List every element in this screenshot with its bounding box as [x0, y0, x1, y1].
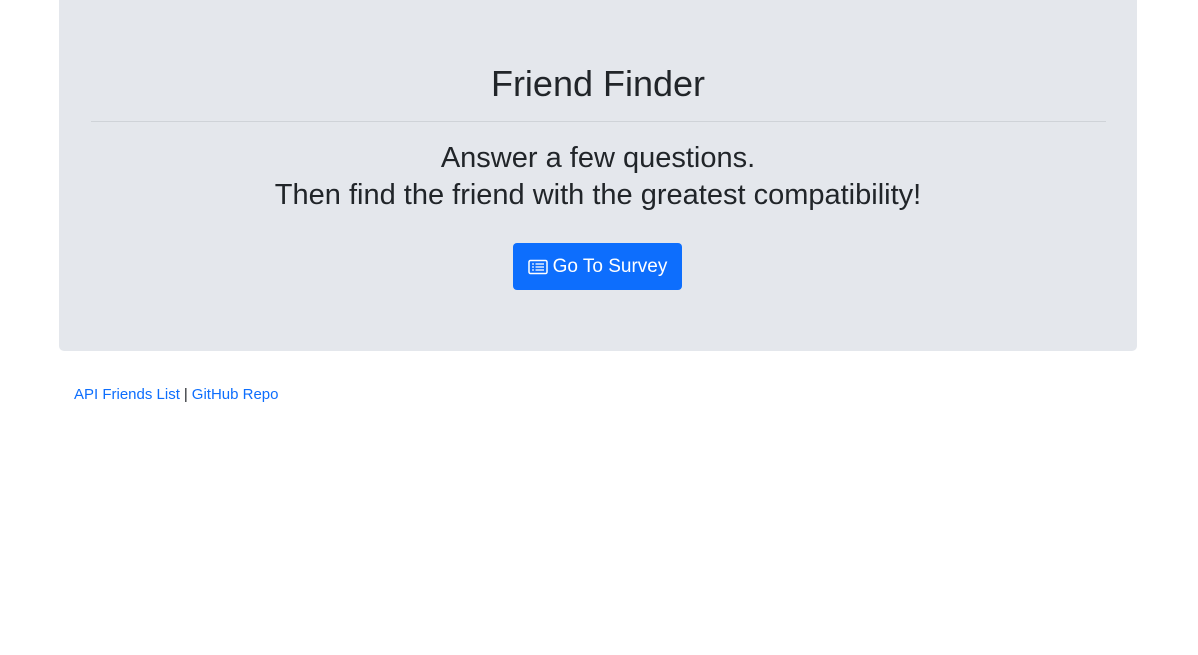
github-repo-link[interactable]: GitHub Repo: [192, 386, 279, 403]
lead-line-2: Then find the friend with the greatest c…: [274, 179, 922, 211]
go-to-survey-button[interactable]: Go To Survey: [513, 243, 682, 290]
go-to-survey-label: Go To Survey: [552, 255, 668, 277]
footer-separator: |: [183, 386, 188, 403]
api-friends-list-link[interactable]: API Friends List: [74, 386, 180, 403]
divider: [91, 121, 1106, 122]
lead-line-1: Answer a few questions.: [440, 142, 756, 174]
page-title: Friend Finder: [490, 63, 706, 104]
jumbotron: Friend Finder Answer a few questions. Th…: [59, 0, 1137, 351]
lead-text: Answer a few questions. Then find the fr…: [59, 140, 1137, 214]
card-list-icon: [527, 259, 548, 275]
footer: API Friends List | GitHub Repo: [74, 385, 279, 405]
